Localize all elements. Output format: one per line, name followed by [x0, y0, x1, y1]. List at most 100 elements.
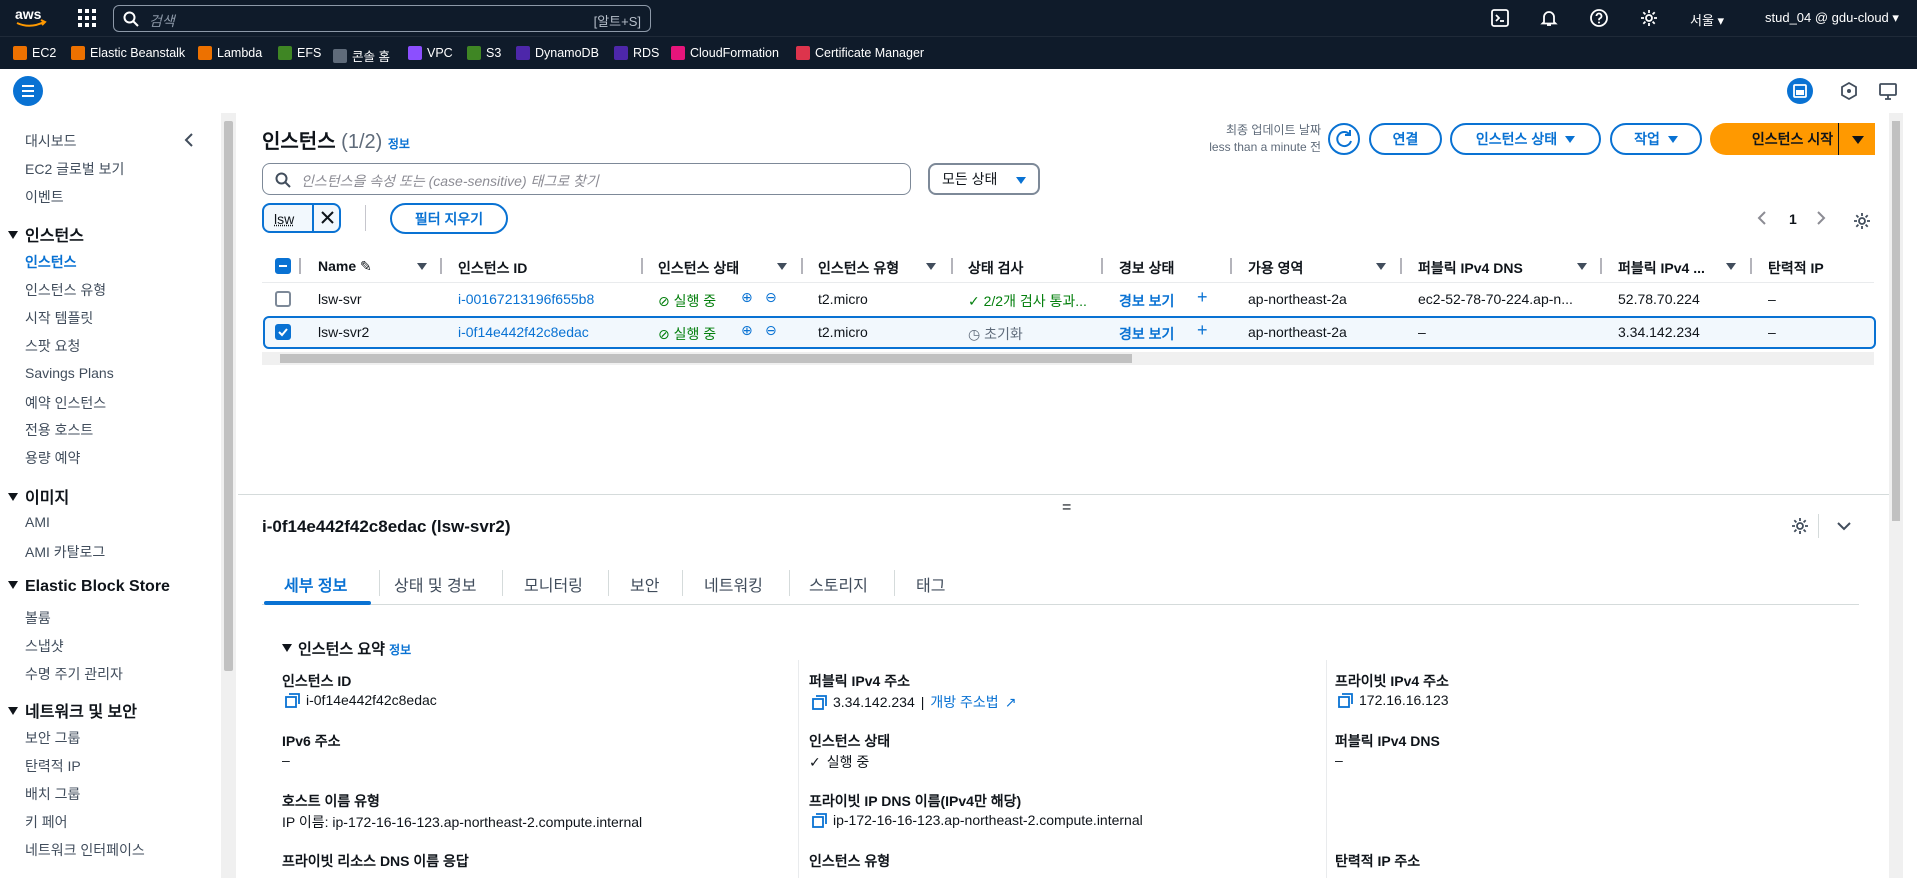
favorite-efs[interactable]: EFS [278, 46, 321, 60]
favorite-console-home[interactable]: 콘솔 홈 [333, 46, 390, 65]
open-address-link[interactable]: 개방 주소법 [930, 692, 998, 712]
screen-feedback-icon[interactable] [1875, 78, 1901, 104]
sidebar-item-events[interactable]: 이벤트 [25, 187, 64, 207]
remove-token-button[interactable] [312, 205, 341, 231]
aws-logo-icon[interactable]: aws [14, 5, 48, 31]
column-header-elastic-ip[interactable]: 탄력적 IP [1768, 258, 1824, 278]
info-link[interactable]: 정보 [388, 137, 410, 151]
favorite-lambda[interactable]: Lambda [198, 46, 262, 60]
tab-details[interactable]: 세부 정보 [284, 572, 347, 596]
instance-filter-input[interactable]: 인스턴스을 속성 또는 (case-sensitive) 태그로 찾기 [262, 163, 911, 195]
sidebar-item-placement-groups[interactable]: 배치 그룹 [25, 784, 80, 804]
select-all-checkbox[interactable] [275, 258, 291, 274]
state-filter-select[interactable]: 모든 상태 [928, 163, 1040, 195]
sidebar-item-global-view[interactable]: EC2 글로벌 보기 [25, 159, 124, 179]
clear-filters-button[interactable]: 필터 지우기 [390, 203, 508, 234]
actions-button[interactable]: 작업 [1610, 123, 1702, 155]
row-checkbox[interactable] [275, 291, 291, 307]
table-horizontal-scrollbar[interactable] [262, 352, 1874, 365]
column-header-availability-zone[interactable]: 가용 영역 [1248, 258, 1303, 278]
sort-caret-icon[interactable] [926, 263, 936, 270]
favorite-rds[interactable]: RDS [614, 46, 659, 60]
settings-gear-icon[interactable] [1640, 9, 1658, 27]
column-header-alarm-status[interactable]: 경보 상태 [1119, 258, 1174, 278]
column-header-instance-id[interactable]: 인스턴스 ID [458, 258, 527, 278]
account-menu[interactable]: stud_04 @ gdu-cloud ▾ [1765, 10, 1899, 26]
side-navigation-toggle[interactable] [13, 76, 43, 106]
sort-caret-icon[interactable] [777, 263, 787, 270]
zoom-in-icon[interactable]: ⊕ [741, 322, 753, 339]
current-page[interactable]: 1 [1789, 211, 1797, 227]
services-menu-icon[interactable] [78, 9, 96, 27]
cloudshell-icon[interactable] [1491, 9, 1509, 27]
favorite-elastic-beanstalk[interactable]: Elastic Beanstalk [71, 46, 185, 60]
resource-icon[interactable] [1836, 78, 1862, 104]
sidebar-item-ami[interactable]: AMI [25, 514, 50, 530]
row-checkbox-checked[interactable] [275, 324, 291, 340]
sidebar-item-network-interfaces[interactable]: 네트워크 인터페이스 [25, 840, 145, 860]
notifications-bell-icon[interactable] [1540, 9, 1558, 27]
favorite-s3[interactable]: S3 [467, 46, 501, 60]
previous-page-icon[interactable] [1757, 211, 1767, 225]
column-header-public-dns[interactable]: 퍼블릭 IPv4 DNS [1418, 258, 1523, 278]
favorite-cloudformation[interactable]: CloudFormation [671, 46, 779, 60]
sidebar-item-dashboard[interactable]: 대시보드 [25, 131, 77, 151]
split-panel-icon[interactable] [1787, 78, 1813, 104]
sidebar-item-spot-requests[interactable]: 스팟 요청 [25, 336, 80, 356]
favorite-ec2[interactable]: EC2 [13, 46, 56, 60]
info-link[interactable]: 정보 [389, 643, 411, 657]
sidebar-item-reserved-instances[interactable]: 예약 인스턴스 [25, 393, 106, 413]
sidebar-item-snapshots[interactable]: 스냅샷 [25, 636, 64, 656]
sidebar-item-ami-catalog[interactable]: AMI 카탈로그 [25, 542, 105, 562]
instance-summary-heading[interactable]: 인스턴스 요약 정보 [282, 638, 411, 659]
add-alarm-icon[interactable]: + [1197, 320, 1208, 341]
tab-networking[interactable]: 네트워킹 [704, 572, 763, 596]
sidebar-item-savings-plans[interactable]: Savings Plans [25, 365, 114, 381]
zoom-out-icon[interactable]: ⊖ [765, 322, 777, 339]
sidebar-item-volumes[interactable]: 볼륨 [25, 608, 51, 628]
column-header-status-check[interactable]: 상태 검사 [968, 258, 1023, 278]
sidebar-section-instances[interactable]: 인스턴스 [8, 222, 84, 246]
sidebar-item-lifecycle-manager[interactable]: 수명 주기 관리자 [25, 664, 123, 684]
help-icon[interactable] [1590, 9, 1608, 27]
refresh-button[interactable] [1328, 123, 1360, 155]
table-preferences-gear-icon[interactable] [1853, 212, 1871, 230]
column-header-name[interactable]: Name ✎ [318, 258, 372, 275]
sidebar-item-instances[interactable]: 인스턴스 [25, 252, 77, 272]
sidebar-section-network-security[interactable]: 네트워크 및 보안 [8, 698, 137, 722]
sort-caret-icon[interactable] [1726, 263, 1736, 270]
tab-tags[interactable]: 태그 [916, 572, 945, 596]
favorite-dynamodb[interactable]: DynamoDB [516, 46, 599, 60]
favorite-vpc[interactable]: VPC [408, 46, 453, 60]
sidebar-section-images[interactable]: 이미지 [8, 484, 69, 508]
scrollbar-thumb[interactable] [280, 354, 1132, 363]
region-selector[interactable]: 서울 ▾ [1690, 10, 1724, 29]
sort-caret-icon[interactable] [417, 263, 427, 270]
column-header-instance-type[interactable]: 인스턴스 유형 [818, 258, 899, 278]
view-alarms-link[interactable]: 경보 보기 [1119, 324, 1174, 344]
sort-caret-icon[interactable] [1376, 263, 1386, 270]
sidebar-item-security-groups[interactable]: 보안 그룹 [25, 728, 80, 748]
favorite-certificate-manager[interactable]: Certificate Manager [796, 46, 924, 60]
sidebar-item-launch-templates[interactable]: 시작 템플릿 [25, 308, 93, 328]
sidebar-item-key-pairs[interactable]: 키 페어 [25, 812, 68, 832]
sidebar-item-elastic-ips[interactable]: 탄력적 IP [25, 756, 81, 776]
next-page-icon[interactable] [1816, 211, 1826, 225]
instance-id-link[interactable]: i-00167213196f655b8 [458, 291, 594, 307]
tab-status-alarms[interactable]: 상태 및 경보 [394, 572, 477, 596]
instance-id-link[interactable]: i-0f14e442f42c8edac [458, 324, 589, 340]
instance-state-button[interactable]: 인스턴스 상태 [1450, 123, 1601, 155]
add-alarm-icon[interactable]: + [1197, 287, 1208, 308]
sort-caret-icon[interactable] [1577, 263, 1587, 270]
details-settings-gear-icon[interactable] [1791, 517, 1809, 535]
column-header-public-ipv4[interactable]: 퍼블릭 IPv4 ... [1618, 258, 1705, 278]
global-search-input[interactable]: 검색 [알트+S] [113, 5, 651, 32]
tab-security[interactable]: 보안 [630, 572, 659, 596]
launch-instances-dropdown[interactable] [1838, 123, 1875, 155]
sidebar-section-ebs[interactable]: Elastic Block Store [8, 578, 170, 596]
zoom-in-icon[interactable]: ⊕ [741, 289, 753, 306]
view-alarms-link[interactable]: 경보 보기 [1119, 291, 1174, 311]
external-link-icon[interactable]: ↗ [1005, 694, 1017, 711]
sidebar-scrollbar[interactable] [221, 113, 236, 878]
scrollbar-thumb[interactable] [224, 121, 233, 671]
